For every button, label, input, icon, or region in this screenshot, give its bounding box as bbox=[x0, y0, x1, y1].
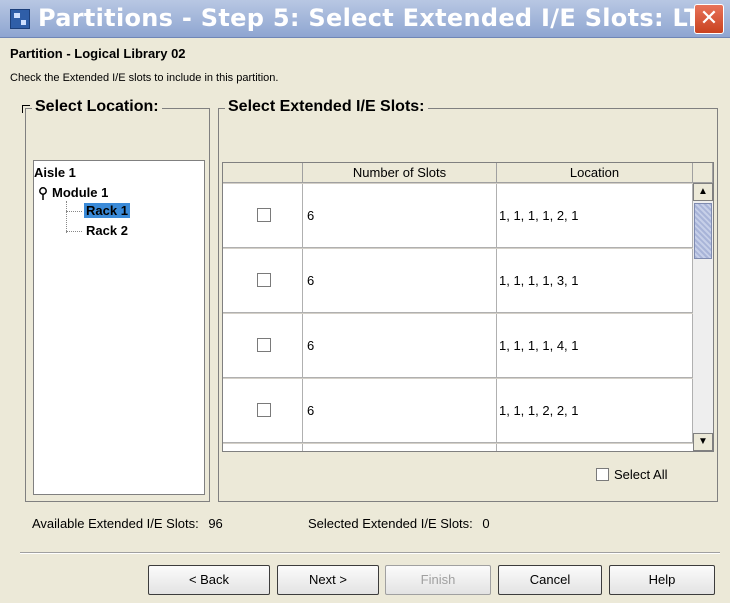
table-row[interactable]: 6 1, 1, 1, 1, 2, 1 bbox=[223, 184, 693, 248]
vertical-scrollbar[interactable]: ▲ ▼ bbox=[693, 183, 713, 451]
scroll-thumb[interactable] bbox=[694, 203, 712, 259]
row-checkbox[interactable] bbox=[257, 403, 271, 417]
row-checkbox[interactable] bbox=[257, 273, 271, 287]
number-cell: 6 bbox=[303, 249, 497, 313]
help-button[interactable]: Help bbox=[609, 565, 715, 595]
location-tree[interactable]: Aisle 1 Module 1 Rack 1 Rack 2 bbox=[33, 160, 205, 495]
tree-item-rack-1[interactable]: Rack 1 bbox=[84, 203, 130, 218]
slots-table: Number of Slots Location 6 1, 1, 1, 1, 2… bbox=[222, 162, 714, 452]
pin-icon bbox=[39, 187, 47, 200]
tree-connector bbox=[66, 201, 67, 233]
column-header-number[interactable]: Number of Slots bbox=[303, 163, 497, 183]
select-all-label: Select All bbox=[614, 467, 668, 482]
instruction-text: Check the Extended I/E slots to include … bbox=[10, 72, 279, 84]
tree-connector bbox=[66, 211, 82, 212]
column-header-select[interactable] bbox=[223, 163, 303, 183]
location-cell: 1, 1, 1, 1, 3, 1 bbox=[497, 249, 693, 313]
selected-slots-status: Selected Extended I/E Slots: 0 bbox=[308, 516, 490, 531]
select-cell bbox=[223, 379, 303, 443]
title-bar: Partitions - Step 5: Select Extended I/E… bbox=[0, 0, 730, 38]
scroll-up-icon[interactable]: ▲ bbox=[693, 183, 713, 201]
number-cell: 6 bbox=[303, 314, 497, 378]
window-title: Partitions - Step 5: Select Extended I/E… bbox=[38, 4, 722, 32]
table-row[interactable]: 6 1, 1, 1, 1, 4, 1 bbox=[223, 314, 693, 378]
column-header-corner bbox=[693, 163, 713, 183]
finish-button[interactable]: Finish bbox=[385, 565, 491, 595]
number-cell: 6 bbox=[303, 379, 497, 443]
tree-connector bbox=[66, 231, 82, 232]
select-cell bbox=[223, 444, 303, 451]
cancel-button[interactable]: Cancel bbox=[498, 565, 602, 595]
selected-value: 0 bbox=[482, 516, 490, 531]
available-value: 96 bbox=[208, 516, 223, 531]
select-slots-title: Select Extended I/E Slots: bbox=[225, 98, 428, 116]
table-row[interactable]: 6 1, 1, 1, 1, 3, 1 bbox=[223, 249, 693, 313]
tree-item-rack-2[interactable]: Rack 2 bbox=[86, 223, 128, 238]
app-icon bbox=[10, 9, 30, 29]
column-header-location[interactable]: Location bbox=[497, 163, 693, 183]
next-button[interactable]: Next > bbox=[277, 565, 379, 595]
row-checkbox[interactable] bbox=[257, 208, 271, 222]
selected-label: Selected Extended I/E Slots: bbox=[308, 516, 473, 531]
select-all-checkbox[interactable]: Select All bbox=[596, 467, 668, 482]
location-cell: 1, 1, 1, 1, 2, 1 bbox=[497, 184, 693, 248]
number-cell: 6 bbox=[303, 184, 497, 248]
select-all-box[interactable] bbox=[596, 468, 609, 481]
partition-label: Partition - Logical Library 02 bbox=[10, 46, 186, 61]
table-row-partial[interactable] bbox=[223, 444, 693, 451]
separator bbox=[20, 552, 720, 554]
select-cell bbox=[223, 184, 303, 248]
location-cell: 1, 1, 1, 2, 2, 1 bbox=[497, 379, 693, 443]
select-cell bbox=[223, 249, 303, 313]
row-checkbox[interactable] bbox=[257, 338, 271, 352]
location-cell: 1, 1, 1, 1, 4, 1 bbox=[497, 314, 693, 378]
close-button[interactable]: ✕ bbox=[694, 4, 724, 34]
select-location-title: Select Location: bbox=[32, 98, 162, 116]
tree-item-aisle[interactable]: Aisle 1 bbox=[34, 165, 76, 180]
select-cell bbox=[223, 314, 303, 378]
available-slots-status: Available Extended I/E Slots: 96 bbox=[32, 516, 223, 531]
back-button[interactable]: < Back bbox=[148, 565, 270, 595]
available-label: Available Extended I/E Slots: bbox=[32, 516, 199, 531]
number-cell bbox=[303, 444, 497, 451]
tree-item-module[interactable]: Module 1 bbox=[52, 185, 108, 200]
scroll-down-icon[interactable]: ▼ bbox=[693, 433, 713, 451]
table-row[interactable]: 6 1, 1, 1, 2, 2, 1 bbox=[223, 379, 693, 443]
